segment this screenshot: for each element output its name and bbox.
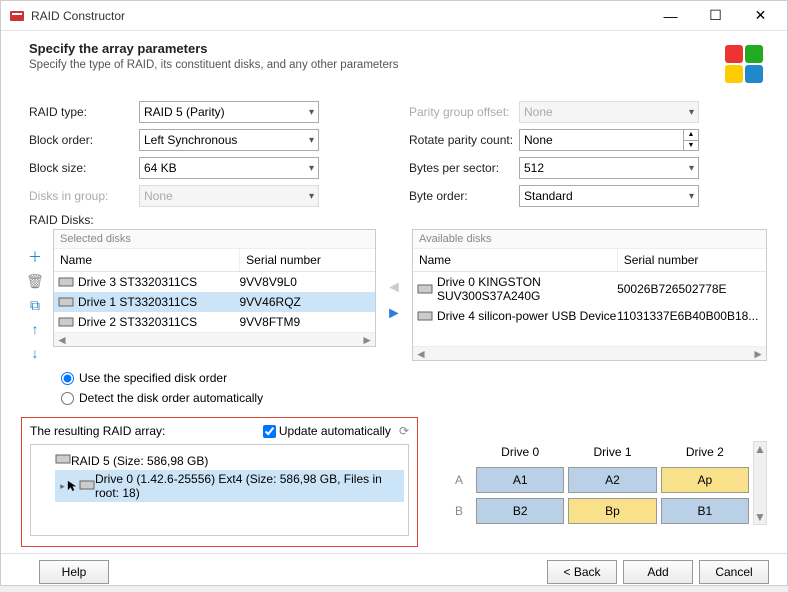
parameters-section: RAID type: RAID 5 (Parity)▾ Block order:…	[1, 95, 787, 211]
grid-cell[interactable]: Bp	[568, 498, 656, 524]
chevron-down-icon: ▾	[309, 135, 314, 146]
block-order-select[interactable]: Left Synchronous▾	[139, 129, 319, 151]
tree-root[interactable]: RAID 5 (Size: 586,98 GB)	[37, 451, 404, 470]
drive-icon	[58, 316, 74, 328]
grid-header-drive0: Drive 0	[476, 442, 564, 462]
page-title: Specify the array parameters	[29, 41, 721, 56]
move-right-button[interactable]: ►	[386, 305, 402, 323]
selected-col-serial[interactable]: Serial number	[240, 249, 375, 271]
maximize-button[interactable]: ☐	[693, 1, 738, 30]
horizontal-scrollbar[interactable]: ◄►	[54, 332, 375, 346]
page-header: Specify the array parameters Specify the…	[1, 31, 787, 95]
drive-layout-grid: Drive 0 Drive 1 Drive 2 ▲▼ A A1 A2 Ap B …	[446, 441, 767, 525]
spin-down-icon[interactable]: ▼	[684, 141, 698, 151]
close-button[interactable]: ✕	[738, 1, 783, 30]
disk-tool-button[interactable]: ⧉	[25, 295, 45, 315]
result-array-label: The resulting RAID array:	[30, 424, 165, 438]
chevron-down-icon: ▾	[689, 107, 694, 118]
bytes-per-sector-select[interactable]: 512▾	[519, 157, 699, 179]
add-button[interactable]: Add	[623, 560, 693, 584]
grid-row-b: B	[446, 504, 472, 518]
update-automatically-checkbox[interactable]: Update automatically	[263, 424, 391, 438]
available-disks-heading: Available disks	[413, 230, 766, 249]
available-col-name[interactable]: Name	[413, 249, 618, 271]
add-disk-button[interactable]: ＋	[25, 247, 45, 267]
result-panel: The resulting RAID array: Update automat…	[21, 417, 418, 547]
puzzle-icon	[721, 41, 767, 87]
available-disk-row[interactable]: Drive 4 silicon-power USB Device 1103133…	[413, 306, 766, 326]
tree-child[interactable]: ▸ Drive 0 (1.42.6-25556) Ext4 (Size: 586…	[55, 470, 404, 502]
app-icon	[9, 8, 25, 24]
use-disk-order-radio[interactable]: Use the specified disk order	[61, 371, 767, 385]
refresh-icon[interactable]: ⟳	[399, 424, 409, 438]
page-subtitle: Specify the type of RAID, its constituen…	[29, 59, 721, 71]
chevron-down-icon: ▾	[309, 107, 314, 118]
back-button[interactable]: < Back	[547, 560, 617, 584]
selected-disks-heading: Selected disks	[54, 230, 375, 249]
spin-up-icon[interactable]: ▲	[684, 130, 698, 141]
remove-disk-button[interactable]: 🗑	[25, 271, 45, 291]
raid-icon	[55, 453, 71, 468]
app-window: RAID Constructor — ☐ ✕ Specify the array…	[0, 0, 788, 586]
disks-in-group-label: Disks in group:	[29, 189, 139, 203]
disks-in-group-select: None▾	[139, 185, 319, 207]
available-disks-box: Available disks Name Serial number Drive…	[412, 229, 767, 361]
grid-header-drive2: Drive 2	[661, 442, 749, 462]
horizontal-scrollbar[interactable]: ◄►	[413, 346, 766, 360]
grid-cell[interactable]: A1	[476, 467, 564, 493]
result-tree: RAID 5 (Size: 586,98 GB) ▸ Drive 0 (1.42…	[30, 444, 409, 536]
grid-cell[interactable]: B1	[661, 498, 749, 524]
block-size-select[interactable]: 64 KB▾	[139, 157, 319, 179]
raid-disks-label: RAID Disks:	[1, 211, 787, 229]
window-title: RAID Constructor	[31, 9, 648, 23]
parity-offset-label: Parity group offset:	[409, 105, 519, 119]
raid-type-select[interactable]: RAID 5 (Parity)▾	[139, 101, 319, 123]
move-left-button[interactable]: ◄	[386, 279, 402, 297]
title-bar: RAID Constructor — ☐ ✕	[1, 1, 787, 31]
chevron-down-icon: ▾	[689, 191, 694, 202]
grid-cell[interactable]: B2	[476, 498, 564, 524]
grid-cell[interactable]: A2	[568, 467, 656, 493]
cancel-button[interactable]: Cancel	[699, 560, 769, 584]
move-up-button[interactable]: ↑	[25, 319, 45, 339]
selected-disk-row[interactable]: Drive 2 ST3320311CS 9VV8FTM9	[54, 312, 375, 332]
grid-cell[interactable]: Ap	[661, 467, 749, 493]
vertical-scrollbar[interactable]: ▲▼	[753, 441, 767, 525]
grid-header-drive1: Drive 1	[568, 442, 656, 462]
byte-order-select[interactable]: Standard▾	[519, 185, 699, 207]
rotate-parity-label: Rotate parity count:	[409, 133, 519, 147]
available-disk-row[interactable]: Drive 0 KINGSTON SUV300S37A240G 50026B72…	[413, 272, 766, 306]
rotate-parity-input[interactable]: None	[519, 129, 683, 151]
grid-row-a: A	[446, 473, 472, 487]
chevron-down-icon: ▾	[689, 163, 694, 174]
detect-disk-order-radio[interactable]: Detect the disk order automatically	[61, 391, 767, 405]
bytes-per-sector-label: Bytes per sector:	[409, 161, 519, 175]
drive-icon	[417, 283, 433, 295]
rotate-parity-spinner[interactable]: ▲▼	[683, 129, 699, 151]
help-button[interactable]: Help	[39, 560, 109, 584]
raid-type-label: RAID type:	[29, 105, 139, 119]
minimize-button[interactable]: —	[648, 1, 693, 30]
drive-icon	[417, 310, 433, 322]
selected-disk-row[interactable]: Drive 3 ST3320311CS 9VV8V9L0	[54, 272, 375, 292]
byte-order-label: Byte order:	[409, 189, 519, 203]
drive-icon	[58, 276, 74, 288]
drive-icon	[58, 296, 74, 308]
parity-offset-select: None▾	[519, 101, 699, 123]
block-order-label: Block order:	[29, 133, 139, 147]
footer-bar: Help < Back Add Cancel	[1, 553, 787, 592]
drive-icon	[79, 479, 95, 494]
chevron-down-icon: ▾	[309, 191, 314, 202]
chevron-down-icon: ▾	[309, 163, 314, 174]
selected-disk-row[interactable]: Drive 1 ST3320311CS 9VV46RQZ	[54, 292, 375, 312]
available-col-serial[interactable]: Serial number	[618, 249, 766, 271]
cursor-icon	[66, 479, 79, 493]
selected-col-name[interactable]: Name	[54, 249, 240, 271]
block-size-label: Block size:	[29, 161, 139, 175]
move-down-button[interactable]: ↓	[25, 343, 45, 363]
selected-disks-box: Selected disks Name Serial number Drive …	[53, 229, 376, 347]
